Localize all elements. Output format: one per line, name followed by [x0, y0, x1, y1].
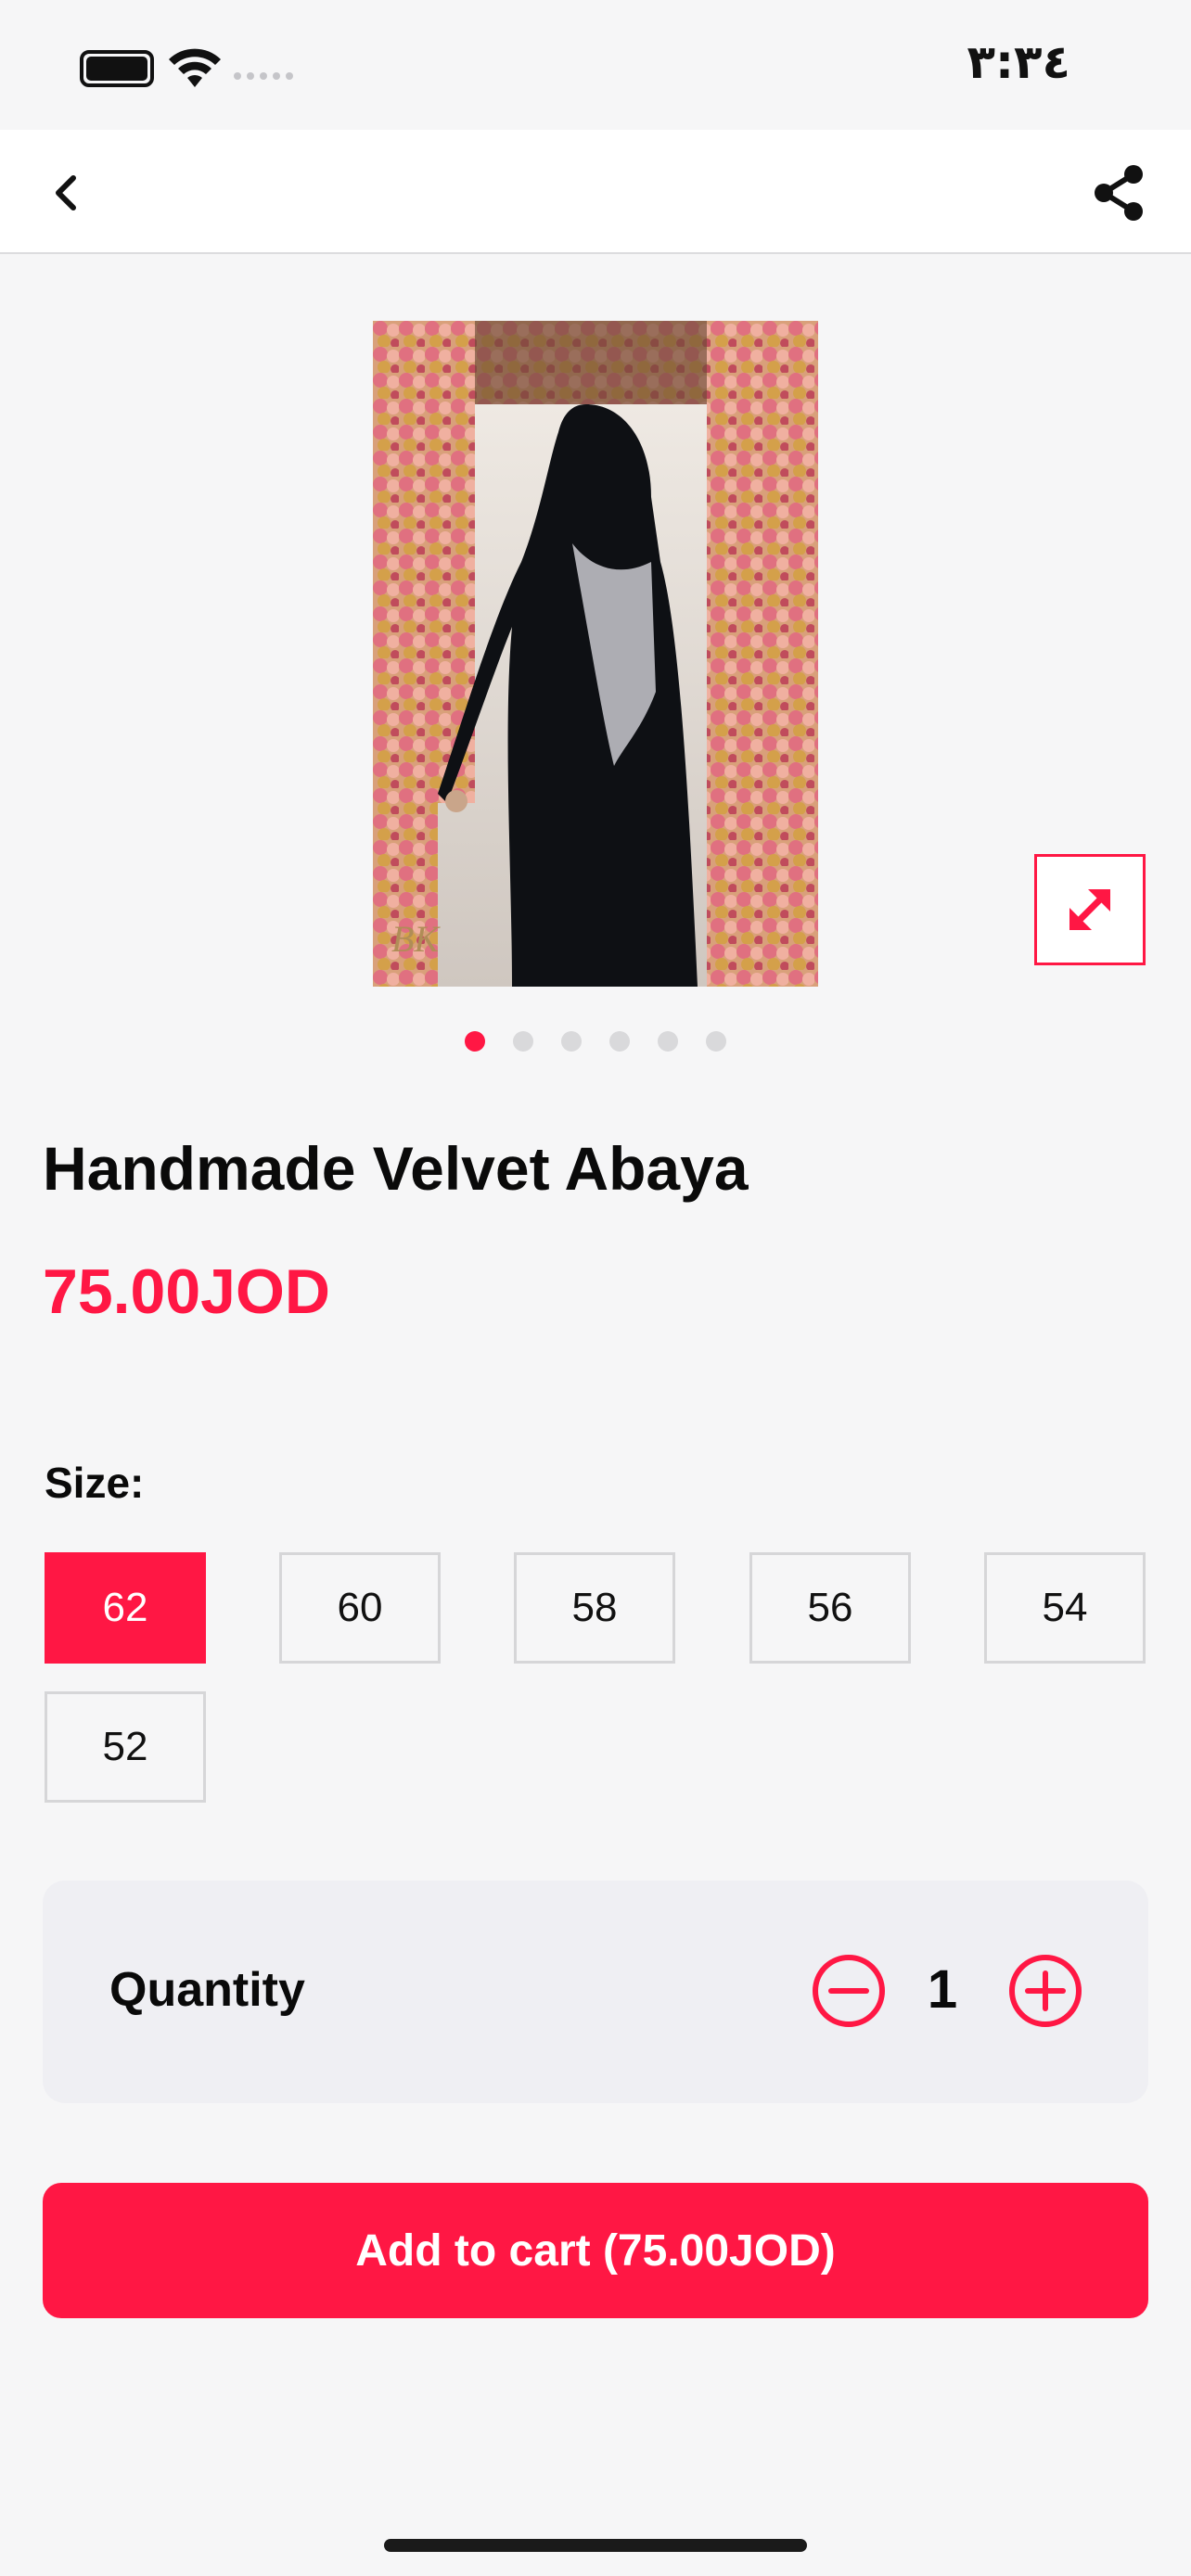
wifi-icon [169, 48, 221, 87]
product-detail-screen: ٣:٣٤ BK Handmade Velvet Abaya 75.00JOD S… [0, 0, 1191, 2576]
size-option-62[interactable]: 62 [45, 1552, 206, 1664]
increase-quantity-button[interactable] [1007, 1953, 1083, 2029]
product-photo: BK [373, 321, 818, 987]
back-button[interactable] [37, 163, 93, 223]
plus-circle-icon [1009, 1955, 1082, 2027]
share-button[interactable] [1083, 158, 1154, 228]
quantity-value: 1 [927, 1959, 958, 2020]
product-gallery: BK [0, 256, 1191, 1072]
cellular-signal-icon [234, 72, 293, 80]
gallery-pagination [0, 1031, 1191, 1052]
expand-arrows-icon [1069, 889, 1110, 930]
pagination-dot[interactable] [706, 1031, 726, 1052]
navigation-bar [0, 130, 1191, 254]
product-price: 75.00JOD [43, 1256, 330, 1327]
minus-circle-icon [813, 1955, 885, 2027]
size-option-58[interactable]: 58 [514, 1552, 675, 1664]
quantity-card: Quantity 1 [43, 1881, 1148, 2103]
size-option-54[interactable]: 54 [984, 1552, 1146, 1664]
size-label: Size: [45, 1459, 145, 1507]
status-time: ٣:٣٤ [967, 35, 1070, 89]
product-image[interactable]: BK [373, 321, 818, 987]
size-option-60[interactable]: 60 [279, 1552, 441, 1664]
svg-text:BK: BK [391, 918, 441, 960]
pagination-dot[interactable] [465, 1031, 485, 1052]
size-option-56[interactable]: 56 [749, 1552, 911, 1664]
home-indicator[interactable] [384, 2539, 807, 2552]
share-icon [1095, 165, 1143, 221]
pagination-dot[interactable] [609, 1031, 630, 1052]
add-to-cart-button[interactable]: Add to cart (75.00JOD) [43, 2183, 1148, 2318]
chevron-left-icon [56, 175, 76, 210]
pagination-dot[interactable] [658, 1031, 678, 1052]
quantity-label: Quantity [109, 1963, 305, 2017]
battery-icon [80, 50, 154, 87]
pagination-dot[interactable] [561, 1031, 582, 1052]
size-option-52[interactable]: 52 [45, 1691, 206, 1803]
status-bar: ٣:٣٤ [0, 0, 1191, 130]
decrease-quantity-button[interactable] [811, 1953, 887, 2029]
expand-image-button[interactable] [1034, 854, 1146, 965]
pagination-dot[interactable] [513, 1031, 533, 1052]
product-title: Handmade Velvet Abaya [43, 1134, 749, 1203]
